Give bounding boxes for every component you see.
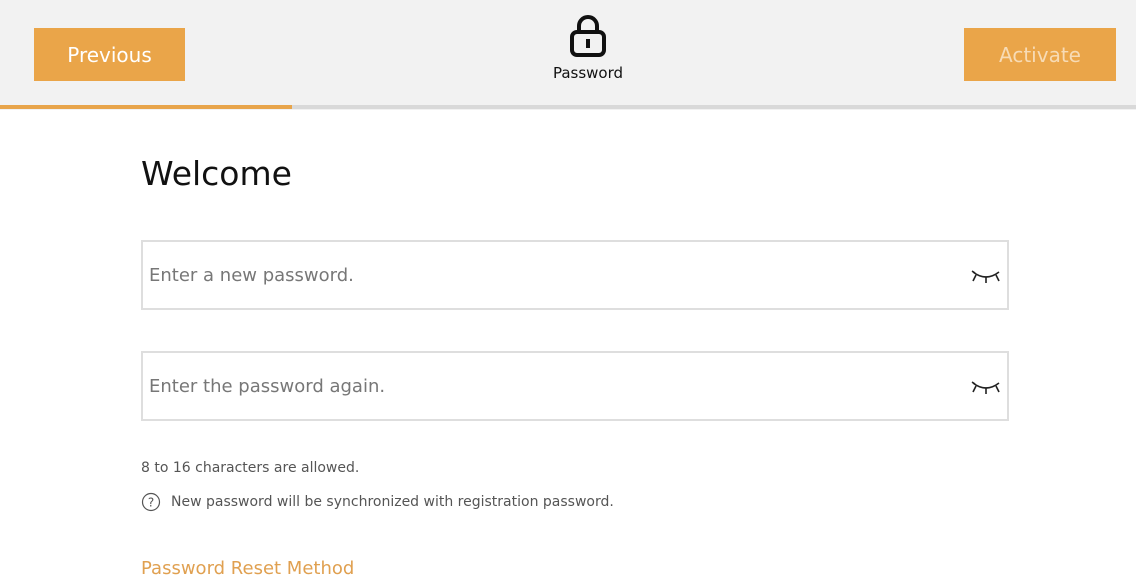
password-length-hint: 8 to 16 characters are allowed. (141, 460, 360, 476)
progress-fill (0, 105, 292, 109)
eye-closed-icon[interactable] (971, 377, 1001, 397)
sync-note: ? New password will be synchronized with… (141, 492, 614, 512)
page-title: Welcome (141, 154, 292, 193)
lock-icon (570, 15, 606, 57)
password-reset-method-link[interactable]: Password Reset Method (141, 558, 354, 579)
previous-button[interactable]: Previous (34, 28, 185, 81)
confirm-password-field (141, 351, 1009, 421)
confirm-password-input[interactable] (143, 353, 949, 419)
svg-text:?: ? (148, 496, 154, 510)
new-password-input[interactable] (143, 242, 949, 308)
progress-bar (0, 105, 1136, 109)
step-label: Password (552, 64, 624, 82)
sync-note-text: New password will be synchronized with r… (171, 494, 614, 510)
new-password-field (141, 240, 1009, 310)
activate-button[interactable]: Activate (964, 28, 1116, 81)
question-circle-icon[interactable]: ? (141, 492, 161, 512)
eye-closed-icon[interactable] (971, 266, 1001, 286)
step-indicator: Password (518, 14, 658, 82)
top-bar: Previous Password Activate (0, 0, 1136, 110)
